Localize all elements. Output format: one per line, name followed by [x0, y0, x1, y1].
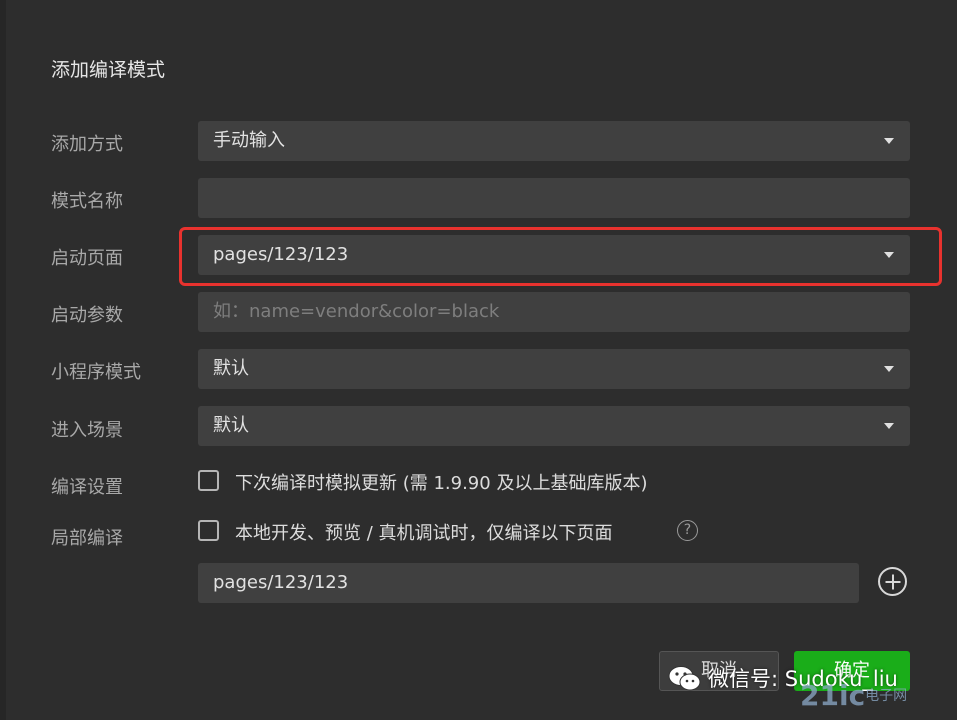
add-method-select[interactable]: 手动输入	[198, 121, 910, 161]
miniprogram-mode-label: 小程序模式	[51, 362, 141, 383]
miniprogram-mode-select[interactable]: 默认	[198, 349, 910, 389]
partial-compile-page-value: pages/123/123	[213, 572, 349, 593]
start-params-input[interactable]: 如：name=vendor&color=black	[198, 292, 910, 332]
wechat-icon	[668, 666, 701, 691]
add-compile-mode-dialog: 添加编译模式 添加方式 手动输入 模式名称 启动页面 pages/123/123…	[0, 0, 957, 720]
start-page-value: pages/123/123	[213, 244, 349, 265]
scene-value: 默认	[213, 415, 249, 436]
site-watermark: 21ic电子网	[800, 676, 950, 716]
site-name: 21ic	[800, 679, 866, 712]
miniprogram-mode-value: 默认	[213, 358, 249, 379]
start-page-select[interactable]: pages/123/123	[198, 235, 910, 275]
caret-down-icon	[884, 366, 894, 372]
mode-name-label: 模式名称	[51, 191, 123, 212]
mode-name-input[interactable]	[198, 178, 910, 218]
compile-settings-label: 编译设置	[51, 477, 123, 498]
partial-compile-label: 局部编译	[51, 528, 123, 549]
plus-circle-icon[interactable]	[878, 567, 907, 596]
partial-compile-page-input[interactable]: pages/123/123	[198, 563, 859, 603]
site-sub: 电子网	[865, 688, 908, 704]
partial-compile-checkbox[interactable]	[198, 520, 219, 541]
left-edge	[0, 0, 6, 720]
scene-select[interactable]: 默认	[198, 406, 910, 446]
dialog-title: 添加编译模式	[51, 59, 166, 81]
start-params-label: 启动参数	[51, 305, 123, 326]
partial-compile-text: 本地开发、预览 / 真机调试时，仅编译以下页面	[235, 523, 613, 544]
scene-label: 进入场景	[51, 420, 123, 441]
start-page-label: 启动页面	[51, 248, 123, 269]
compile-settings-text: 下次编译时模拟更新 (需 1.9.90 及以上基础库版本)	[235, 473, 648, 494]
start-params-placeholder: 如：name=vendor&color=black	[213, 301, 500, 322]
compile-settings-checkbox[interactable]	[198, 470, 219, 491]
add-method-value: 手动输入	[213, 130, 285, 151]
caret-down-icon	[884, 252, 894, 258]
caret-down-icon	[884, 423, 894, 429]
question-circle-icon[interactable]: ?	[677, 520, 698, 541]
add-method-label: 添加方式	[51, 134, 123, 155]
caret-down-icon	[884, 138, 894, 144]
